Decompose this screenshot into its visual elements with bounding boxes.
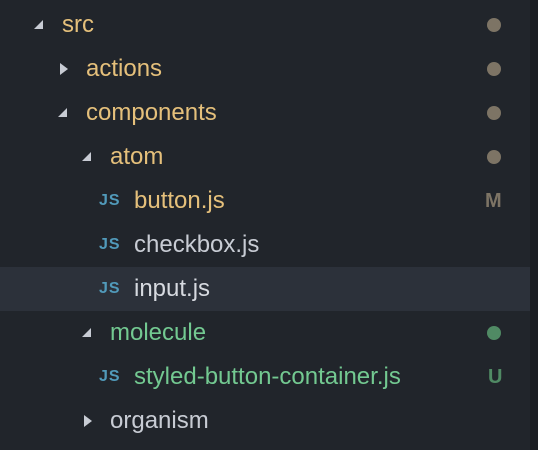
file-tree: src actions components atom JS button.js… xyxy=(0,0,530,450)
tree-item-actions[interactable]: actions xyxy=(0,47,530,91)
tree-item-styled-button-container-js[interactable]: JS styled-button-container.js U xyxy=(0,355,530,399)
modified-status-dot-icon xyxy=(487,106,501,120)
javascript-file-icon: JS xyxy=(99,192,121,209)
tree-item-checkbox-js[interactable]: JS checkbox.js xyxy=(0,223,530,267)
tree-item-label: organism xyxy=(110,407,209,434)
tree-item-label: input.js xyxy=(134,275,211,302)
javascript-file-icon: JS xyxy=(99,368,121,385)
modified-status-dot-icon xyxy=(487,18,501,32)
tree-item-label: components xyxy=(86,99,217,126)
git-status-badge: M xyxy=(485,190,502,212)
tree-item-label: molecule xyxy=(110,319,207,346)
tree-item-organism[interactable]: organism xyxy=(0,399,530,443)
tree-item-components[interactable]: components xyxy=(0,91,530,135)
tree-item-molecule[interactable]: molecule xyxy=(0,311,530,355)
collapsed-arrow-icon[interactable] xyxy=(84,415,92,427)
tree-item-label: checkbox.js xyxy=(134,231,260,258)
modified-status-dot-icon xyxy=(487,62,501,76)
vertical-scrollbar[interactable] xyxy=(530,0,538,450)
expanded-arrow-icon[interactable] xyxy=(82,152,91,161)
tree-item-src[interactable]: src xyxy=(0,3,530,47)
javascript-file-icon: JS xyxy=(99,280,121,297)
tree-item-atom[interactable]: atom xyxy=(0,135,530,179)
tree-item-label: styled-button-container.js xyxy=(134,363,401,390)
collapsed-arrow-icon[interactable] xyxy=(60,63,68,75)
modified-status-dot-icon xyxy=(487,150,501,164)
tree-item-label: src xyxy=(62,11,94,38)
tree-item-label: atom xyxy=(110,143,164,170)
untracked-status-dot-icon xyxy=(487,326,501,340)
expanded-arrow-icon[interactable] xyxy=(58,108,67,117)
javascript-file-icon: JS xyxy=(99,236,121,253)
tree-item-label: actions xyxy=(86,55,163,82)
tree-item-input-js[interactable]: JS input.js xyxy=(0,267,530,311)
tree-item-label: button.js xyxy=(134,187,225,214)
tree-item-button-js[interactable]: JS button.js M xyxy=(0,179,530,223)
git-status-badge: U xyxy=(488,366,503,388)
expanded-arrow-icon[interactable] xyxy=(34,20,43,29)
expanded-arrow-icon[interactable] xyxy=(82,328,91,337)
